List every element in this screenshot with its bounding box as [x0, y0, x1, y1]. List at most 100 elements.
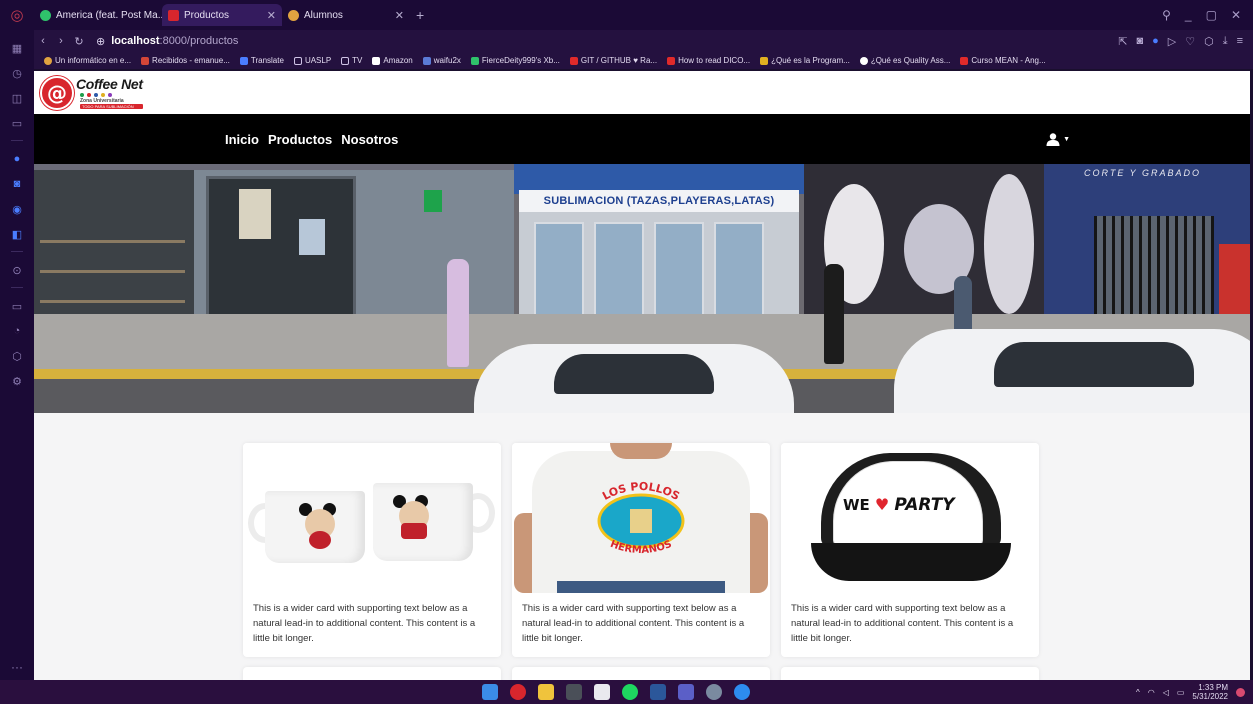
bookmark-item[interactable]: Un informático en e... — [44, 56, 131, 65]
tab-productos[interactable]: Productos ✕ — [162, 4, 282, 26]
tshirt-product-image: LOS POLLOS HERMANOS — [512, 443, 770, 593]
more-icon[interactable]: ··· — [11, 660, 23, 674]
terminal-icon[interactable] — [566, 684, 582, 700]
product-card[interactable] — [781, 667, 1039, 680]
bookmark-icon — [760, 56, 769, 65]
logo-title: Coffee Net — [76, 76, 143, 92]
vpn-icon[interactable]: ● — [1152, 35, 1159, 48]
file-explorer-icon[interactable] — [538, 684, 554, 700]
windows-start-icon[interactable] — [482, 684, 498, 700]
shopping-icon[interactable]: ◫ — [10, 91, 24, 105]
bookmark-item[interactable]: ¿Qué es la Program... — [760, 56, 850, 65]
system-clock[interactable]: 1:33 PM 5/31/2022 — [1192, 683, 1228, 701]
folder-icon — [341, 56, 350, 65]
product-card[interactable] — [243, 667, 501, 680]
whatsapp-icon[interactable]: ◉ — [10, 202, 24, 216]
bookmark-item[interactable]: Translate — [239, 56, 284, 65]
url-field[interactable]: ⊕ localhost:8000/productos — [96, 35, 238, 48]
site-logo[interactable]: @ Coffee Net Zona Universitaria TODO PAR… — [40, 75, 143, 110]
share-icon[interactable]: ⇱ — [1118, 35, 1127, 48]
product-card[interactable] — [512, 667, 770, 680]
cap-product-image: WE ♥ PARTY — [781, 443, 1039, 593]
amazon-icon — [372, 56, 381, 65]
extensions-icon[interactable]: ⬡ — [1204, 35, 1214, 48]
browser-tab-bar: ◎ America (feat. Post Ma... ✕ Productos … — [0, 0, 1253, 30]
product-card-cap[interactable]: WE ♥ PARTY This is a wider card with sup… — [781, 443, 1039, 657]
download-icon[interactable]: ⤓ — [1223, 35, 1228, 48]
word-icon[interactable] — [650, 684, 666, 700]
bookmarks-bar: Un informático en e... Recibidos - emanu… — [34, 52, 1253, 69]
coffeenet-favicon-icon — [168, 9, 179, 21]
product-cards-row-2 — [243, 667, 1039, 680]
tray-chevron-icon[interactable]: ^ — [1136, 688, 1140, 697]
opera-menu-icon[interactable]: ◎ — [0, 0, 34, 30]
messenger-icon[interactable]: ● — [10, 152, 24, 166]
maximize-icon[interactable]: ▢ — [1206, 8, 1217, 22]
nav-inicio[interactable]: Inicio — [225, 132, 259, 147]
bookmark-item[interactable]: UASLP — [293, 56, 331, 65]
reload-icon[interactable]: ↻ — [70, 35, 88, 48]
snapshot-icon[interactable]: ◙ — [1136, 35, 1143, 48]
settings-icon[interactable]: ⚙ — [10, 374, 24, 388]
windows-taskbar: ^ ◠ ◁ ▭ 1:33 PM 5/31/2022 — [0, 680, 1253, 704]
extensions-icon[interactable]: ⬡ — [10, 349, 24, 363]
calendar-icon[interactable] — [594, 684, 610, 700]
volume-icon[interactable]: ◁ — [1163, 688, 1169, 697]
speed-dial-icon[interactable]: ▦ — [10, 41, 24, 55]
logo-header: @ Coffee Net Zona Universitaria TODO PAR… — [34, 71, 1250, 114]
bookmark-item[interactable]: Amazon — [372, 56, 413, 65]
spotify-icon[interactable] — [622, 684, 638, 700]
play-icon — [470, 56, 479, 65]
clock-icon[interactable]: ◔ — [10, 324, 24, 338]
close-icon[interactable]: ✕ — [395, 9, 404, 22]
back-icon[interactable]: ‹ — [34, 35, 52, 47]
minimize-icon[interactable]: _ — [1185, 8, 1192, 22]
bookmark-item[interactable]: TV — [341, 56, 362, 65]
url-host: localhost — [111, 35, 160, 47]
bookmark-item[interactable]: How to read DICO... — [667, 56, 750, 65]
notification-icon[interactable] — [1236, 687, 1245, 697]
tab-music[interactable]: America (feat. Post Ma... ✕ — [34, 4, 162, 26]
nav-nosotros[interactable]: Nosotros — [341, 132, 398, 147]
product-card-mug[interactable]: This is a wider card with supporting tex… — [243, 443, 501, 657]
bookmark-icon — [859, 56, 868, 65]
teams-icon[interactable] — [678, 684, 694, 700]
bookmark-item[interactable]: ¿Qué es Quality Ass... — [859, 56, 950, 65]
bookmark-item[interactable]: waifu2x — [422, 56, 461, 65]
settings-icon[interactable] — [706, 684, 722, 700]
workspaces-icon[interactable]: ⊙ — [10, 263, 24, 277]
heart-icon[interactable]: ♡ — [1185, 35, 1195, 48]
edge-icon[interactable] — [734, 684, 750, 700]
waifu-icon — [422, 56, 431, 65]
bookmark-item[interactable]: Curso MEAN - Ang... — [960, 56, 1046, 65]
wifi-icon[interactable]: ◠ — [1148, 688, 1155, 697]
nav-productos[interactable]: Productos — [268, 132, 332, 147]
new-tab-icon[interactable]: + — [410, 7, 430, 23]
battery-icon[interactable]: ▭ — [1177, 688, 1185, 697]
opera-icon[interactable] — [510, 684, 526, 700]
mug-product-image — [243, 443, 501, 593]
translate-icon — [239, 56, 248, 65]
product-description: This is a wider card with supporting tex… — [253, 603, 476, 644]
tab-alumnos[interactable]: Alumnos ✕ — [282, 4, 410, 26]
search-tabs-icon[interactable]: ⚲ — [1162, 8, 1171, 22]
product-card-tshirt[interactable]: LOS POLLOS HERMANOS This is a wider card… — [512, 443, 770, 657]
instagram-icon[interactable]: ◙ — [10, 177, 24, 191]
bookmark-item[interactable]: Recibidos - emanue... — [141, 56, 230, 65]
player-icon[interactable]: ▷ — [1168, 35, 1176, 48]
bookmark-item[interactable]: FierceDeity999's Xb... — [470, 56, 560, 65]
bookmark-item[interactable]: GIT / GITHUB ♥ Ra... — [569, 56, 657, 65]
forward-icon[interactable]: › — [52, 35, 70, 47]
tabs-icon[interactable]: ▭ — [10, 299, 24, 313]
user-dropdown[interactable]: ▼ — [1046, 132, 1070, 146]
site-info-icon[interactable]: ⊕ — [96, 35, 105, 48]
los-pollos-hermanos-logo: LOS POLLOS HERMANOS — [597, 481, 685, 556]
window-close-icon[interactable]: ✕ — [1231, 8, 1241, 22]
close-icon[interactable]: ✕ — [267, 9, 276, 22]
twitter-icon[interactable]: ◧ — [10, 227, 24, 241]
menu-icon[interactable]: ≡ — [1237, 35, 1243, 48]
youtube-icon — [569, 56, 578, 65]
player-icon[interactable]: ▭ — [10, 116, 24, 130]
logo-tagline: TODO PARA SUBLIMACIÓN — [80, 104, 143, 109]
history-icon[interactable]: ◷ — [10, 66, 24, 80]
